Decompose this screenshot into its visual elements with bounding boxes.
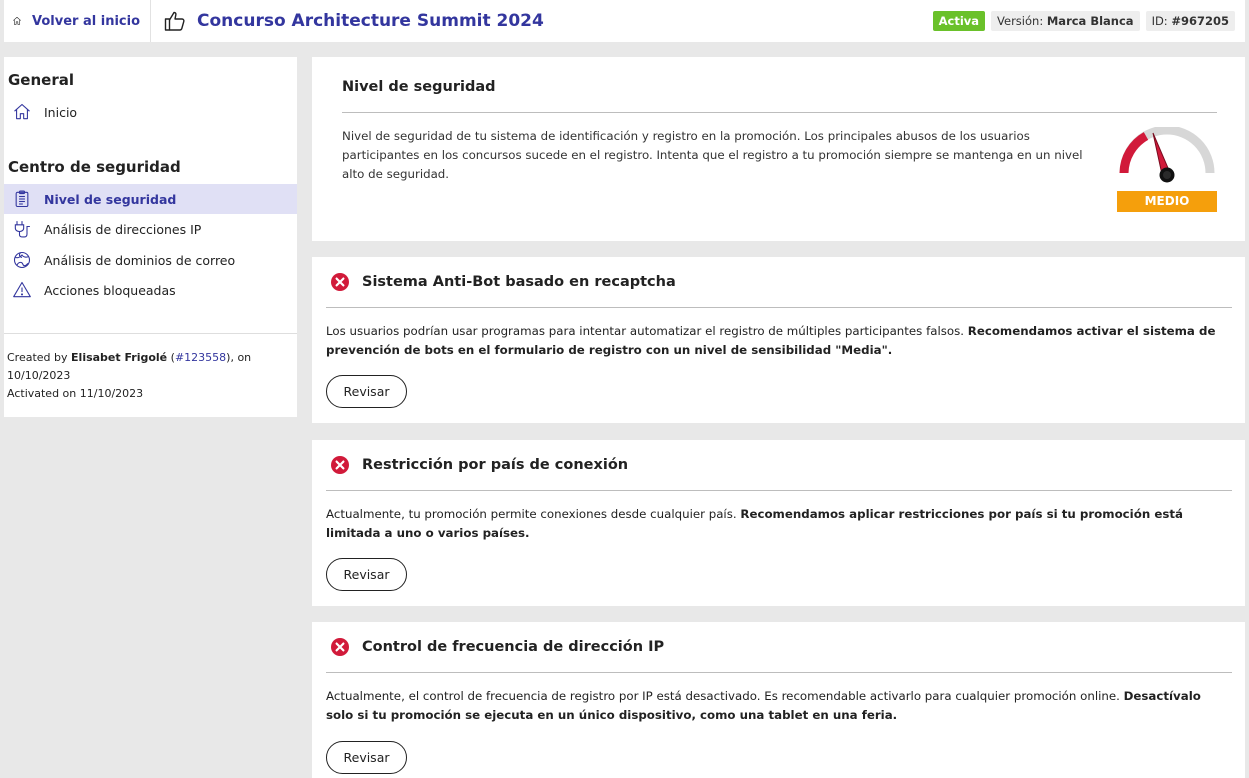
gauge-level-label: MEDIO [1117,191,1217,212]
sidebar-item-home[interactable]: Inicio [4,97,297,127]
version-value: Marca Blanca [1046,14,1134,28]
security-level-panel: Nivel de seguridad Nivel de seguridad de… [312,57,1245,241]
sidebar-item-label: Análisis de direcciones IP [44,221,202,237]
review-button[interactable]: Revisar [326,741,407,774]
back-label: Volver al inicio [32,13,140,29]
globe-icon [13,251,31,269]
card-text-normal: Actualmente, tu promoción permite conexi… [326,507,741,521]
clipboard-icon [15,190,29,208]
plug-icon [14,220,31,238]
card-divider [326,672,1232,673]
error-icon [331,638,349,656]
review-button[interactable]: Revisar [326,375,407,408]
security-level-description: Nivel de seguridad de tu sistema de iden… [342,129,1083,181]
created-prefix: Created by [7,351,72,364]
card-text: Actualmente, tu promoción permite conexi… [326,505,1226,543]
id-value: #967205 [1171,14,1229,28]
version-prefix: Versión: [997,14,1047,28]
error-icon [331,456,349,474]
sidebar-item-label: Inicio [44,104,78,120]
page-title: Concurso Architecture Summit 2024 [197,11,544,31]
card-title: Control de frecuencia de dirección IP [362,639,665,655]
sidebar-item-label: Nivel de seguridad [44,191,177,207]
security-center-heading: Centro de seguridad [8,158,181,176]
created-date: 10/10/2023 [7,369,71,382]
sidebar-item-label: Análisis de dominios de correo [44,252,236,268]
card-text: Actualmente, el control de frecuencia de… [326,687,1226,725]
general-heading: General [8,71,74,89]
home-icon [14,103,30,120]
security-level-title: Nivel de seguridad [342,79,496,95]
card-divider [326,490,1232,491]
created-id-close: ), on [226,351,252,364]
recommendation-card-ip-frequency: Control de frecuencia de dirección IP Ac… [312,622,1245,778]
warning-icon [13,281,31,298]
sidebar-item-security-level[interactable]: Nivel de seguridad [4,184,297,214]
id-prefix: ID: [1151,14,1172,28]
sidebar-item-email-domains[interactable]: Análisis de dominios de correo [4,245,297,275]
creation-info: Created by Elisabet Frigolé (#123558), o… [7,349,277,403]
error-icon [331,273,349,291]
card-title: Sistema Anti-Bot basado en recaptcha [362,274,676,290]
author-id-link[interactable]: #123558 [175,351,226,364]
card-text-normal: Actualmente, el control de frecuencia de… [326,689,1124,703]
card-text: Los usuarios podrían usar programas para… [326,322,1226,360]
sidebar-item-label: Acciones bloqueadas [44,282,176,298]
recommendation-card-country: Restricción por país de conexión Actualm… [312,440,1245,606]
thumbs-up-icon [164,11,185,31]
back-to-home-link[interactable]: Volver al inicio [4,0,151,42]
home-icon [13,16,21,25]
version-badge: Versión: Marca Blanca [991,11,1140,31]
top-bar: Volver al inicio Concurso Architecture S… [4,0,1245,42]
sidebar-item-blocked-actions[interactable]: Acciones bloqueadas [4,275,297,305]
security-level-divider [342,112,1217,113]
id-badge: ID: #967205 [1145,11,1235,31]
activated-date: Activated on 11/10/2023 [7,387,144,400]
created-id-open: ( [167,351,175,364]
sidebar: General Inicio Centro de seguridad Nivel… [4,57,297,417]
created-author: Elisabet Frigolé [71,351,168,364]
status-badge: Activa [932,11,986,31]
sidebar-divider [4,333,297,334]
card-title: Restricción por país de conexión [362,457,629,473]
review-button[interactable]: Revisar [326,558,407,591]
sidebar-item-ip-analysis[interactable]: Análisis de direcciones IP [4,214,297,244]
card-text-normal: Los usuarios podrían usar programas para… [326,324,968,338]
recommendation-card-antibot: Sistema Anti-Bot basado en recaptcha Los… [312,257,1245,423]
card-divider [326,307,1232,308]
